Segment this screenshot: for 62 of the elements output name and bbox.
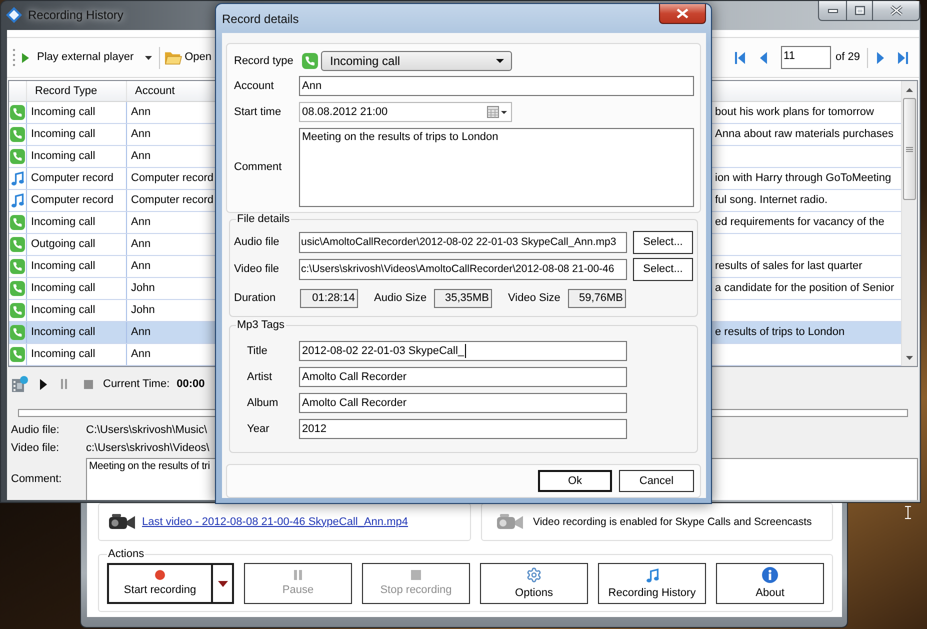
field-label: Record type <box>234 54 294 68</box>
table-cell-text: Computer record <box>130 193 215 208</box>
field-label: Video Size <box>508 292 562 305</box>
field-label: Title <box>246 344 268 358</box>
table-cell-text: bout his work plans for tomorrow <box>714 105 875 120</box>
table-cell-text: Ann <box>130 259 152 274</box>
table-cell: Incoming call <box>27 256 127 277</box>
window-title: Record details <box>222 12 299 27</box>
table-cell-text: Computer record <box>130 171 215 186</box>
table-cell: Computer record <box>27 168 127 189</box>
table-cell: Incoming call <box>27 278 127 299</box>
group-label: Mp3 Tags <box>236 319 286 332</box>
table-cell-text: e results of trips to London <box>714 325 846 340</box>
table-cell-text: Ann <box>130 325 152 340</box>
table-cell: Incoming call <box>27 102 127 123</box>
table-cell: Incoming call <box>27 146 127 167</box>
field-label: Audio Size <box>374 292 428 305</box>
table-cell-text: Ann <box>130 105 152 120</box>
group-label: Actions <box>107 548 146 561</box>
table-cell-text: results of sales for last quarter <box>714 259 864 274</box>
table-cell: Incoming call <box>27 300 127 321</box>
table-cell: Outgoing call <box>27 234 127 255</box>
table-cell-text: Ann <box>130 347 152 362</box>
field-label: Audio file <box>234 236 280 249</box>
table-cell-text: Ann <box>130 149 152 164</box>
readonly-field: 35,35MB <box>434 289 492 308</box>
field-label: Audio file: <box>10 424 60 436</box>
field-label: Artist <box>246 370 274 384</box>
page-count-label: of 29 <box>836 51 860 64</box>
file-path: C:\Users\skrivosh\Music\ <box>86 424 208 436</box>
table-cell: Incoming call <box>27 212 127 233</box>
table-cell-text: John <box>130 303 156 318</box>
file-path: c:\Users\skrivosh\Videos\ <box>86 442 210 454</box>
field-label: Account <box>234 80 275 92</box>
table-cell-text: Ann <box>130 127 152 142</box>
table-cell: Computer record <box>27 190 127 211</box>
field-label: Video file: <box>10 442 60 454</box>
table-cell-text: ed requirements for vacancy of the <box>714 215 886 230</box>
readonly-field: 59,76MB <box>568 289 626 308</box>
table-cell-text: a candidate for the position of Senior <box>714 281 896 296</box>
table-cell-text: Ann <box>130 237 152 252</box>
table-cell-text: Ann <box>130 215 152 230</box>
table-cell-text: John <box>130 281 156 296</box>
group-label: File details <box>236 213 291 226</box>
readonly-field: 01:28:14 <box>300 289 358 308</box>
field-label: Year <box>246 422 270 436</box>
table-cell-text: ful song. Internet radio. <box>714 193 829 208</box>
window-title: Recording History <box>28 8 124 23</box>
field-label: Start time <box>234 106 282 118</box>
video-notice-text: Video recording is enabled for Skype Calls and Screencasts <box>533 516 812 528</box>
table-cell: Incoming call <box>27 344 127 365</box>
field-label: Comment <box>234 161 283 174</box>
field-label: Album <box>246 396 280 410</box>
field-label: Comment: <box>10 472 63 486</box>
table-cell: Incoming call <box>27 124 127 145</box>
table-cell: Incoming call <box>27 322 127 343</box>
table-cell-text: Anna about raw materials purchases <box>714 127 895 142</box>
table-cell-text: ion with Harry through GoToMeeting <box>714 171 892 186</box>
field-label: Video file <box>234 263 280 276</box>
current-time-label: Current Time: <box>103 378 170 390</box>
field-label: Duration <box>234 292 277 305</box>
current-time-value: 00:00 <box>176 378 205 390</box>
